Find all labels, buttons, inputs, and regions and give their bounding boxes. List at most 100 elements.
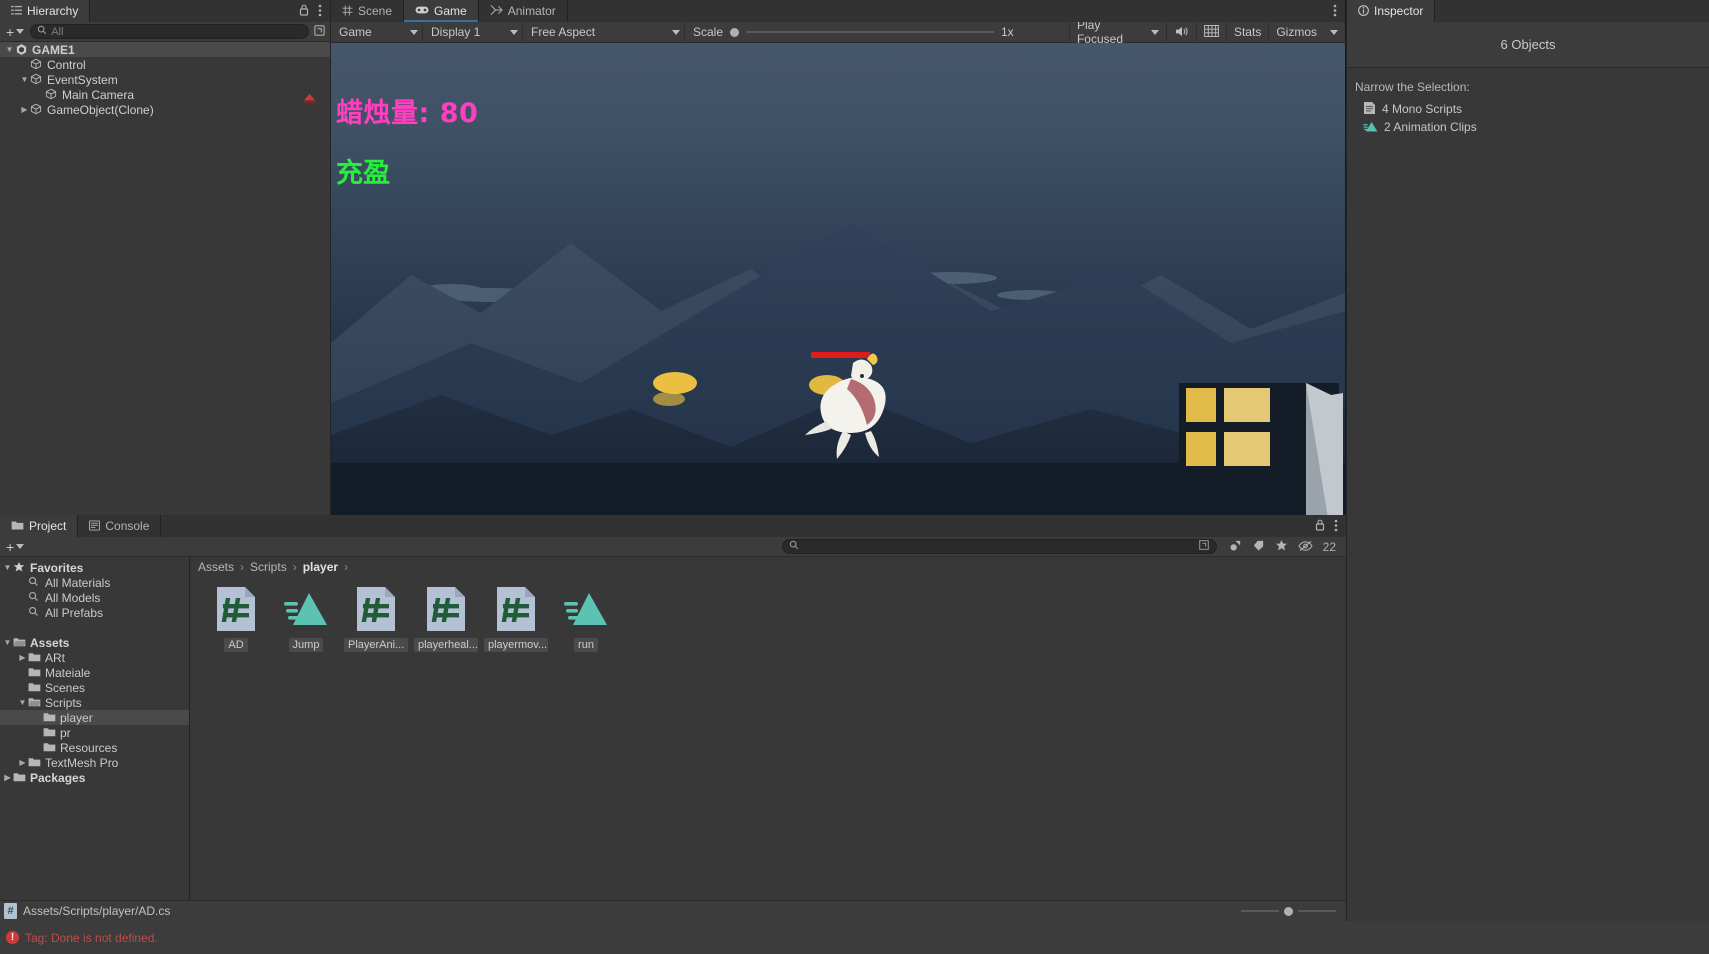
asset-item[interactable]: PlayerAni... [344, 587, 408, 652]
project-tabbar-spacer [161, 515, 1307, 537]
expand-arrow-icon[interactable]: ▼ [2, 638, 13, 647]
hierarchy-item[interactable]: ▶Control [0, 57, 330, 72]
expand-arrow-icon[interactable]: ▶ [17, 758, 28, 767]
project-tree-item[interactable]: ▶player [0, 710, 189, 725]
project-tree-item[interactable]: ▶pr [0, 725, 189, 740]
error-icon: ! [6, 931, 19, 944]
project-tree-item[interactable]: ▶ TextMesh Pro [0, 755, 189, 770]
hierarchy-item[interactable]: ▶Main Camera [0, 87, 330, 102]
aspect-dropdown[interactable]: Free Aspect [523, 23, 685, 41]
inspector-tabbar-spacer [1435, 0, 1709, 22]
tab-project[interactable]: Project [0, 515, 79, 537]
target-display-label: Game [339, 25, 372, 39]
project-tree-item[interactable]: ▶ ARt [0, 650, 189, 665]
kebab-menu-icon[interactable] [318, 4, 322, 19]
hierarchy-tree: ▼ GAME1▶Control ▼ EventSystem▶Main Camera ▶ G… [0, 42, 330, 515]
stats-button[interactable]: Stats [1225, 23, 1268, 41]
project-tree-item[interactable]: ▶Mateiale [0, 665, 189, 680]
scene-grid-icon [342, 4, 353, 18]
display-label: Display 1 [431, 25, 481, 39]
filter-icon[interactable] [313, 24, 326, 39]
game-view-tabbar: Scene Game Animator [331, 0, 1345, 22]
project-tree-item[interactable]: ▼ Assets [0, 635, 189, 650]
project-add-button[interactable]: + [4, 539, 26, 555]
game-canvas[interactable]: 蜡烛量: 80 充盈 [331, 43, 1345, 515]
expand-arrow-icon[interactable]: ▶ [2, 773, 13, 782]
inspector-body: Narrow the Selection: 4 Mono Scripts 2 An… [1347, 68, 1709, 921]
script-document-icon [1363, 101, 1376, 117]
kebab-menu-icon[interactable] [1334, 519, 1338, 534]
play-mode-dropdown[interactable]: Play Focused [1068, 18, 1166, 46]
tab-hierarchy[interactable]: Hierarchy [0, 0, 91, 22]
project-search-input[interactable] [782, 539, 1217, 554]
hud-candle-amount: 蜡烛量: 80 [336, 98, 479, 129]
project-tree-item[interactable]: ▶All Materials [0, 575, 189, 590]
game-tabbar-spacer [567, 0, 1325, 22]
tab-game[interactable]: Game [404, 0, 479, 22]
expand-arrow-icon[interactable]: ▼ [17, 698, 28, 707]
inspector-selection-item[interactable]: 4 Mono Scripts [1347, 100, 1709, 118]
hierarchy-item[interactable]: ▶ GameObject(Clone) [0, 102, 330, 117]
scale-slider-group[interactable]: Scale 1x [685, 25, 1069, 39]
hierarchy-search-placeholder: All [51, 25, 64, 38]
label-tag-icon[interactable] [1252, 539, 1265, 554]
project-tree-item[interactable]: ▶Scenes [0, 680, 189, 695]
expand-arrow-icon[interactable]: ▶ [17, 653, 28, 662]
mute-audio-button[interactable] [1165, 23, 1196, 41]
gamepad-icon [415, 5, 429, 17]
scale-slider-knob[interactable] [730, 27, 740, 37]
kebab-menu-icon[interactable] [1333, 4, 1337, 19]
asset-item[interactable]: run [554, 587, 618, 652]
project-tree-item[interactable]: ▶All Models [0, 590, 189, 605]
lock-icon[interactable] [1315, 519, 1325, 533]
building-windows [1179, 383, 1343, 515]
favorite-star-icon[interactable] [1275, 539, 1288, 554]
hidden-packages-icon[interactable] [1298, 540, 1313, 554]
asset-icon [284, 587, 328, 631]
asset-item[interactable]: Jump [274, 587, 338, 652]
hierarchy-item[interactable]: ▼ EventSystem [0, 72, 330, 87]
hierarchy-panel: Hierarchy + All ▼ GAME1 Control ▼ EventS… [0, 0, 331, 515]
expand-arrow-icon[interactable]: ▼ [4, 45, 15, 54]
asset-grid: AD Jump PlayerAni... playerheal... playermov… [190, 577, 1346, 900]
breadcrumb-item[interactable]: Scripts [250, 560, 287, 574]
asset-item[interactable]: AD [204, 587, 268, 652]
lock-icon[interactable] [299, 4, 309, 18]
hierarchy-item[interactable]: ▼ GAME1 [0, 42, 330, 57]
scale-slider-track[interactable] [746, 31, 994, 33]
asset-item[interactable]: playermov... [484, 587, 548, 652]
asset-item[interactable]: playerheal... [414, 587, 478, 652]
expand-arrow-icon[interactable]: ▼ [2, 563, 13, 572]
expand-arrow-icon[interactable]: ▶ [19, 105, 30, 114]
asset-zoom-slider[interactable] [1241, 906, 1342, 916]
breadcrumb-item[interactable]: player [303, 560, 338, 574]
folder-icon [28, 651, 41, 664]
project-toolbar-icons: 22 [1223, 539, 1342, 554]
tab-scene[interactable]: Scene [331, 0, 405, 22]
tab-inspector[interactable]: Inspector [1347, 0, 1436, 22]
asset-zoom-knob[interactable] [1284, 906, 1293, 916]
hierarchy-search-input[interactable]: All [30, 24, 309, 39]
project-tree-item[interactable]: ▶ Packages [0, 770, 189, 785]
project-tree-item[interactable]: ▶Resources [0, 740, 189, 755]
hierarchy-add-button[interactable]: + [4, 24, 26, 40]
expand-arrow-icon[interactable]: ▼ [19, 75, 30, 84]
editor-status-bar[interactable]: ! Tag: Done is not defined. [0, 921, 1346, 954]
project-tree-item[interactable]: ▼ Scripts [0, 695, 189, 710]
aspect-label: Free Aspect [531, 25, 596, 39]
tab-animator[interactable]: Animator [478, 0, 568, 22]
gizmos-button[interactable]: Gizmos [1268, 23, 1345, 41]
hierarchy-tabbar: Hierarchy [0, 0, 330, 22]
display-dropdown[interactable]: Display 1 [423, 23, 523, 41]
tab-console[interactable]: Console [78, 515, 162, 537]
target-display-dropdown[interactable]: Game [331, 23, 423, 41]
expand-search-icon[interactable] [1198, 539, 1210, 554]
project-tree-item[interactable]: ▼ Favorites [0, 560, 189, 575]
inspector-selection-item[interactable]: 2 Animation Clips [1347, 118, 1709, 136]
hierarchy-add-label: + [6, 23, 15, 40]
project-tree-item[interactable]: ▶All Prefabs [0, 605, 189, 620]
stats-grid-button[interactable] [1195, 23, 1226, 41]
scale-label: Scale [693, 25, 724, 39]
search-by-type-icon[interactable] [1229, 539, 1242, 554]
breadcrumb-item[interactable]: Assets [198, 560, 234, 574]
